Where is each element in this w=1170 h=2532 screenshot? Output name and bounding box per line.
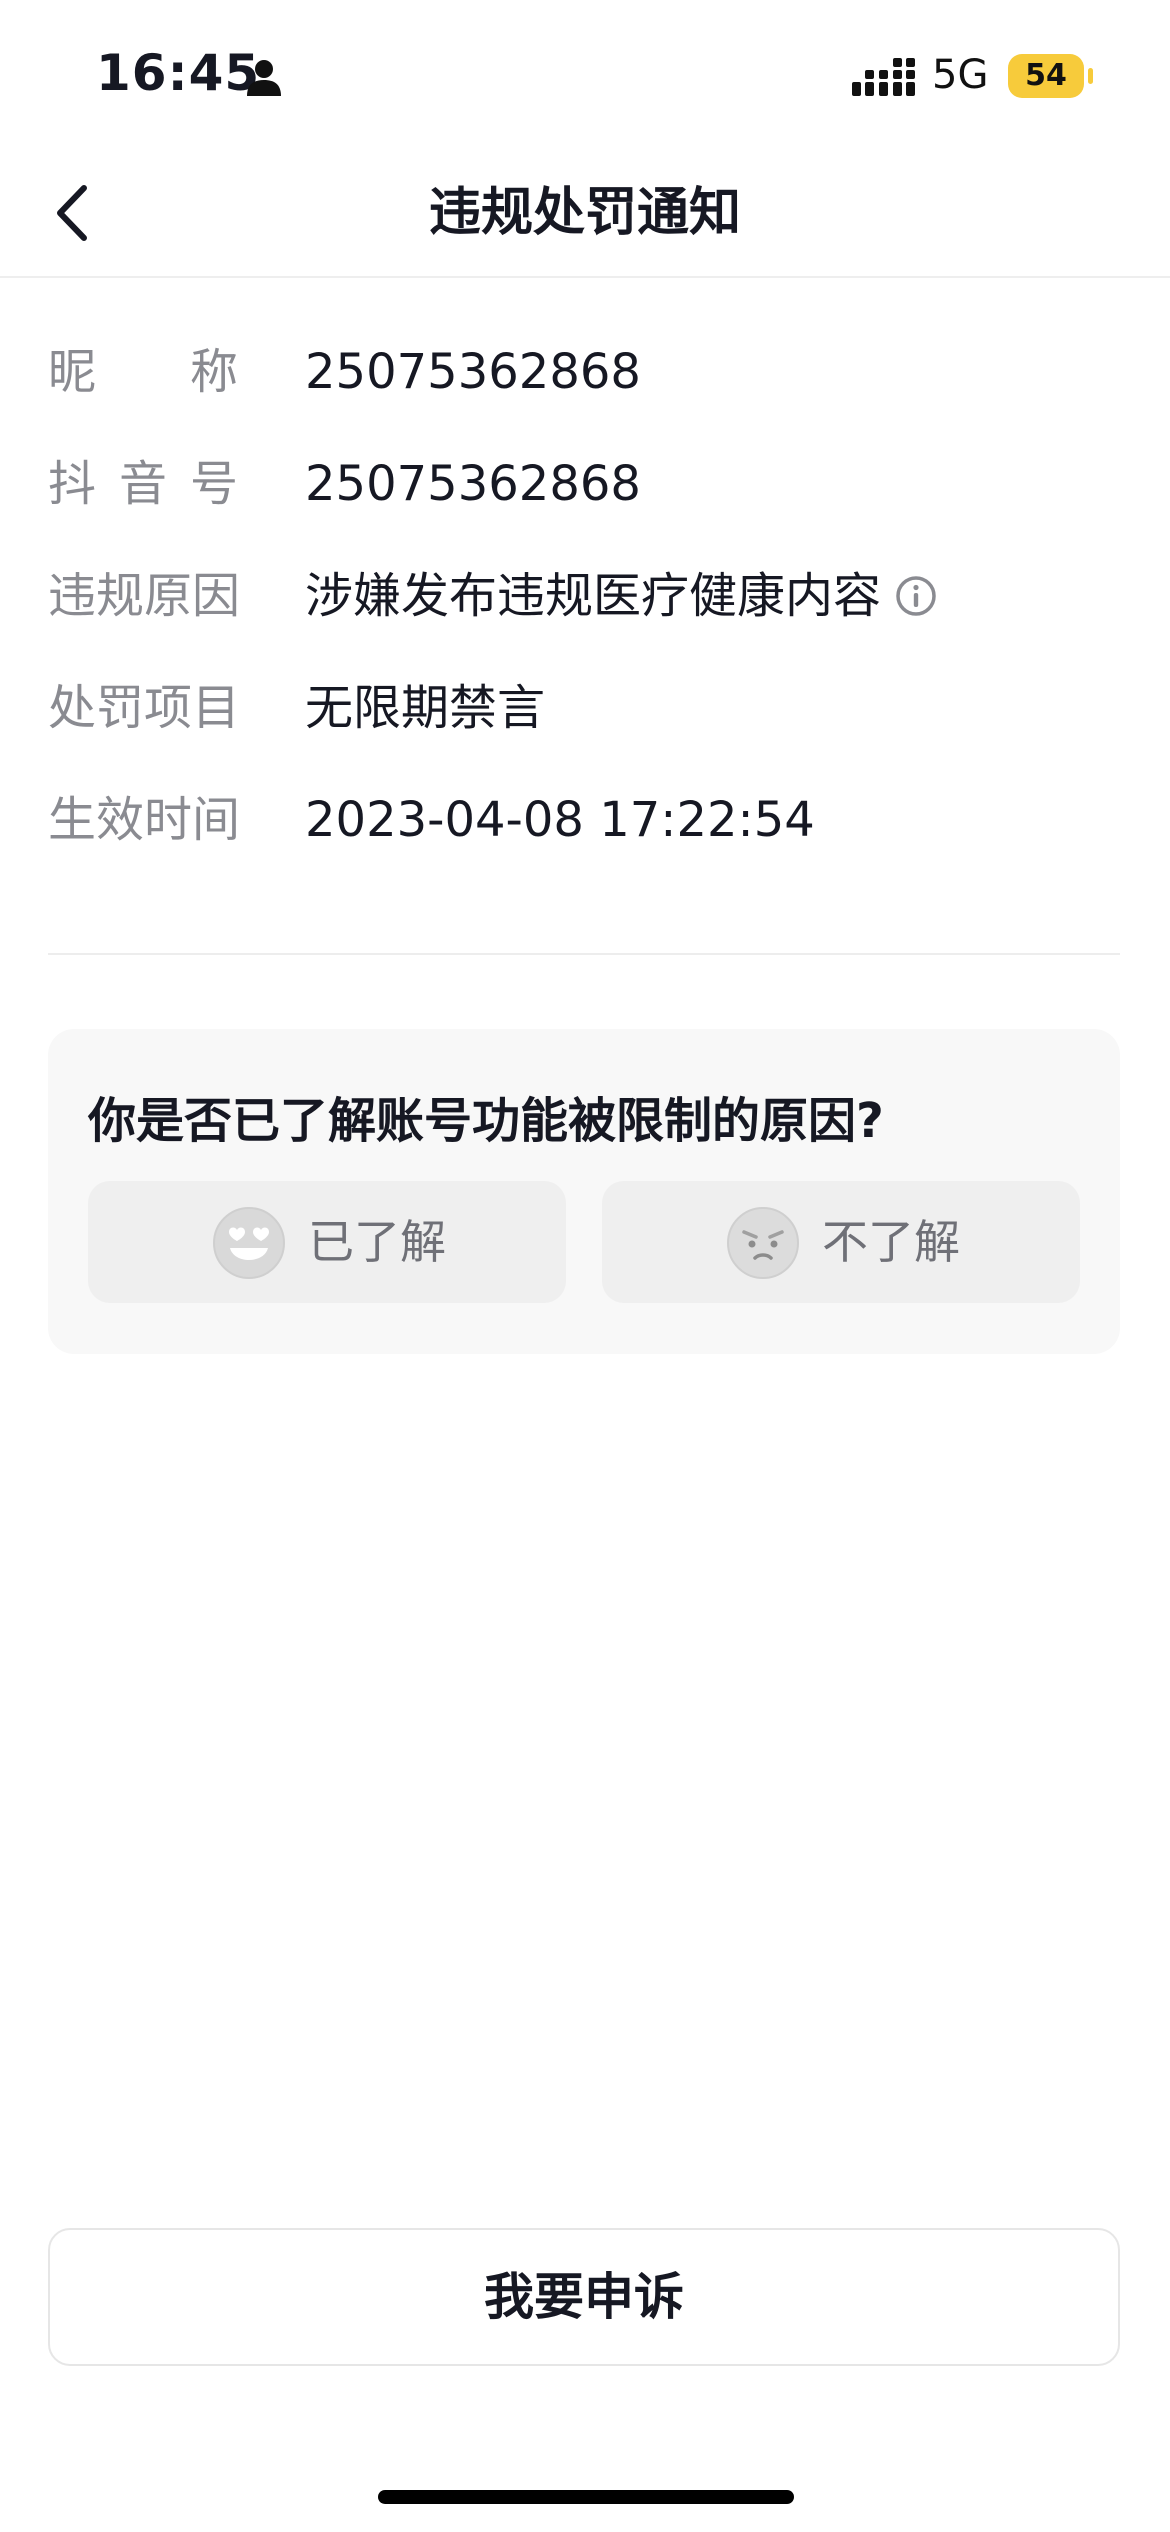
battery-icon: 54 bbox=[1008, 54, 1084, 98]
network-label: 5G bbox=[932, 52, 989, 98]
survey-card: 你是否已了解账号功能被限制的原因? 已了解 不了解 bbox=[48, 1029, 1120, 1354]
person-icon bbox=[247, 60, 281, 96]
appeal-button[interactable]: 我要申诉 bbox=[48, 2228, 1120, 2366]
home-indicator[interactable] bbox=[378, 2490, 794, 2504]
status-bar: 16:45 5G 54 bbox=[0, 0, 1170, 150]
page-title: 违规处罚通知 bbox=[428, 183, 741, 243]
info-label-effective-time: 生效时间 bbox=[48, 792, 241, 848]
page: 16:45 5G 54 违规处罚通知 昵 称 25075362868 抖 音 号… bbox=[0, 0, 1170, 2532]
reason-text: 涉嫌发布违规医疗健康内容 bbox=[305, 568, 882, 624]
battery-level: 54 bbox=[1025, 58, 1067, 93]
not-understood-button[interactable]: 不了解 bbox=[602, 1181, 1080, 1303]
nav-bar: 违规处罚通知 bbox=[0, 150, 1170, 278]
info-label-douyin-id: 抖 音 号 bbox=[48, 456, 238, 512]
understood-label: 已了解 bbox=[308, 1215, 446, 1269]
survey-question: 你是否已了解账号功能被限制的原因? bbox=[88, 1093, 884, 1149]
not-understood-label: 不了解 bbox=[822, 1215, 960, 1269]
divider bbox=[48, 953, 1120, 955]
chevron-left-icon bbox=[57, 185, 87, 241]
info-icon[interactable] bbox=[895, 575, 937, 617]
battery-tip bbox=[1088, 68, 1093, 84]
signal-icon bbox=[852, 58, 915, 96]
confused-emoji-icon bbox=[727, 1207, 799, 1279]
info-value-penalty: 无限期禁言 bbox=[305, 680, 546, 736]
understood-button[interactable]: 已了解 bbox=[88, 1181, 566, 1303]
info-value-effective-time: 2023-04-08 17:22:54 bbox=[305, 792, 815, 848]
info-value-douyin-id: 25075362868 bbox=[305, 456, 641, 512]
info-value-nickname: 25075362868 bbox=[305, 344, 641, 400]
info-value-reason: 涉嫌发布违规医疗健康内容 bbox=[305, 556, 937, 636]
heart-eyes-emoji-icon bbox=[213, 1207, 285, 1279]
back-button[interactable] bbox=[40, 178, 110, 248]
status-time: 16:45 bbox=[96, 44, 261, 102]
info-label-nickname: 昵 称 bbox=[48, 344, 238, 400]
info-label-penalty: 处罚项目 bbox=[48, 680, 241, 736]
info-label-reason: 违规原因 bbox=[48, 568, 241, 624]
